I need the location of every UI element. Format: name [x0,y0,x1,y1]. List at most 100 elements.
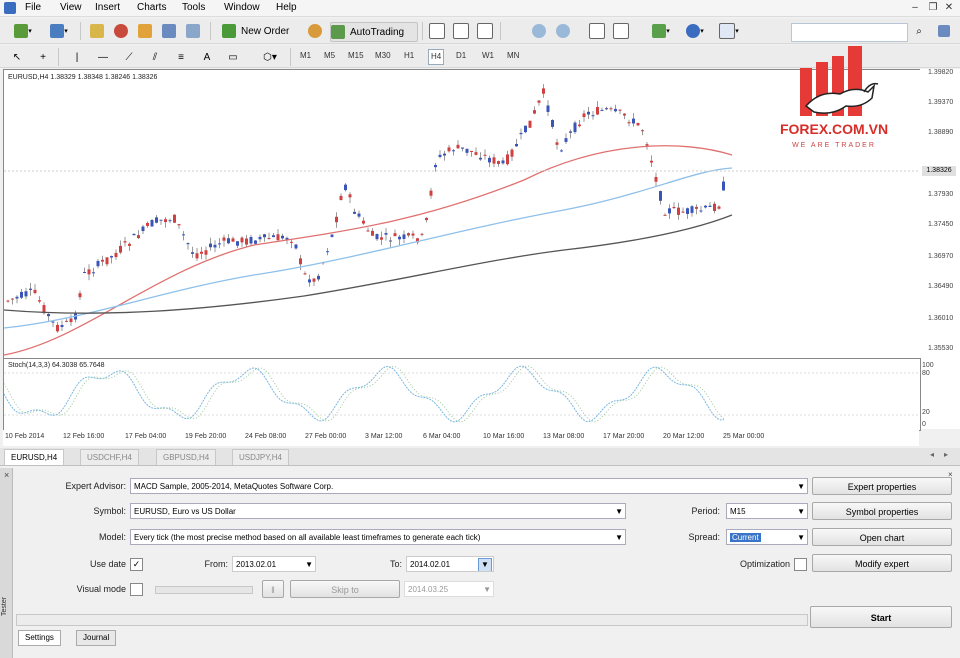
market-watch-button[interactable] [88,22,106,40]
timeframe-d1[interactable]: D1 [454,49,468,63]
zoom-in-button[interactable] [530,22,548,40]
new-order-button[interactable]: New Order [222,22,300,40]
model-value: Every tick (the most precise method base… [134,533,481,542]
visual-mode-checkbox[interactable] [130,583,143,596]
indicators-button[interactable]: ▾ [646,22,676,40]
horizontal-line-button[interactable]: — [96,48,110,66]
chart-shift-button[interactable] [612,22,630,40]
menu-window[interactable]: Window [224,2,260,13]
candle [87,269,91,275]
fibonacci-button[interactable]: ≡ [174,48,188,66]
line-chart-button[interactable] [476,22,494,40]
candle [182,234,185,236]
navigator-button[interactable] [136,22,154,40]
timeframe-m1[interactable]: M1 [298,49,313,63]
timeframe-mn[interactable]: MN [505,49,521,63]
chart-tab-gbpusd[interactable]: GBPUSD,H4 [156,449,217,465]
spread-select[interactable]: Current ▼ [726,529,808,545]
open-chart-button[interactable]: Open chart [812,528,952,546]
new-chart-button[interactable]: ▾ [8,22,38,40]
timeframe-m30[interactable]: M30 [373,49,393,63]
close-icon[interactable]: ✕ [942,2,956,14]
to-date-field[interactable]: 2014.02.01 ▼ [406,556,494,572]
model-select[interactable]: Every tick (the most precise method base… [130,529,626,545]
candlestick-button[interactable] [452,22,470,40]
menu-tools[interactable]: Tools [182,2,205,13]
menu-help[interactable]: Help [276,2,297,13]
menu-charts[interactable]: Charts [137,2,166,13]
zoom-out-button[interactable] [554,22,572,40]
candle [344,184,347,191]
skip-to-button[interactable]: Skip to [290,580,400,598]
metaeditor-button[interactable] [306,22,324,40]
timeframe-h1[interactable]: H1 [402,49,416,63]
minimize-icon[interactable]: – [908,2,922,14]
time-axis: 10 Feb 2014 12 Feb 16:00 17 Feb 04:00 19… [3,430,919,446]
from-date-field[interactable]: 2013.02.01 ▼ [232,556,316,572]
restore-icon[interactable]: ❐ [926,2,940,14]
symbol-properties-button[interactable]: Symbol properties [812,502,952,520]
candle [407,233,410,236]
community-button[interactable] [936,22,952,40]
timeframe-m5[interactable]: M5 [322,49,337,63]
candle [425,217,428,221]
shapes-button[interactable]: ⬡▾ [258,48,282,66]
expert-advisor-select[interactable]: MACD Sample, 2005-2014, MetaQuotes Softw… [130,478,808,494]
candle [258,236,262,240]
bar-chart-button[interactable] [428,22,446,40]
optimization-checkbox[interactable] [794,558,807,571]
modify-expert-button[interactable]: Modify expert [812,554,952,572]
tab-scroll-left-icon[interactable]: ◂ [930,450,934,459]
vertical-line-button[interactable]: | [70,48,84,66]
menu-view[interactable]: View [60,2,82,13]
tab-journal[interactable]: Journal [76,630,117,646]
text-button[interactable]: A [200,48,214,66]
visual-speed-slider[interactable] [155,586,253,594]
period-select[interactable]: M15 ▼ [726,503,808,519]
tile-windows-button[interactable] [588,22,606,40]
candle [290,241,293,243]
cursor-button[interactable]: ↖ [10,48,24,66]
label-button[interactable]: ▭ [226,48,240,66]
periodicity-button[interactable]: ▾ [680,22,710,40]
terminal-button[interactable] [160,22,178,40]
use-date-checkbox[interactable]: ✓ [130,558,143,571]
stochastic-indicator[interactable]: Stoch(14,3,3) 64.3038 65.7648 [3,358,921,431]
autotrading-button[interactable]: AutoTrading [330,22,418,42]
candle [150,220,154,227]
channel-button[interactable]: ⫽ [148,48,162,66]
tab-settings[interactable]: Settings [18,630,61,646]
trendline-button[interactable]: ⟋ [122,48,136,66]
timeframe-m15[interactable]: M15 [346,49,366,63]
candle [677,207,680,215]
chart-tab-usdjpy[interactable]: USDJPY,H4 [232,449,289,465]
candle [335,216,338,223]
crosshair-button[interactable]: + [36,48,50,66]
cursor-icon: ↖ [12,51,22,63]
menu-insert[interactable]: Insert [95,2,120,13]
data-window-button[interactable] [112,22,130,40]
calendar-dropdown-icon[interactable]: ▼ [478,558,492,571]
profiles-icon [50,24,65,38]
timeframe-h4[interactable]: H4 [428,49,445,65]
symbol-select[interactable]: EURUSD, Euro vs US Dollar ▼ [130,503,626,519]
candle [29,288,32,290]
templates-button[interactable]: ▾ [714,22,744,40]
search-input[interactable] [791,23,908,42]
skip-date-field[interactable]: 2014.03.25 ▼ [404,581,494,597]
candle [299,258,302,265]
expert-properties-button[interactable]: Expert properties [812,477,952,495]
timeframe-w1[interactable]: W1 [480,49,496,63]
app-icon[interactable] [4,2,16,14]
chart-tab-usdchf[interactable]: USDCHF,H4 [80,449,139,465]
tester-button[interactable] [184,22,202,40]
candle [159,219,163,221]
chart-tab-eurusd[interactable]: EURUSD,H4 [4,449,65,465]
search-button[interactable]: ⌕ [912,22,926,40]
profiles-button[interactable]: ▾ [44,22,74,40]
tester-close-icon[interactable]: × [4,470,9,480]
menu-file[interactable]: File [25,2,41,13]
pause-button[interactable]: ‖ [262,580,284,598]
tab-scroll-right-icon[interactable]: ▸ [944,450,948,459]
start-button[interactable]: Start [810,606,952,628]
